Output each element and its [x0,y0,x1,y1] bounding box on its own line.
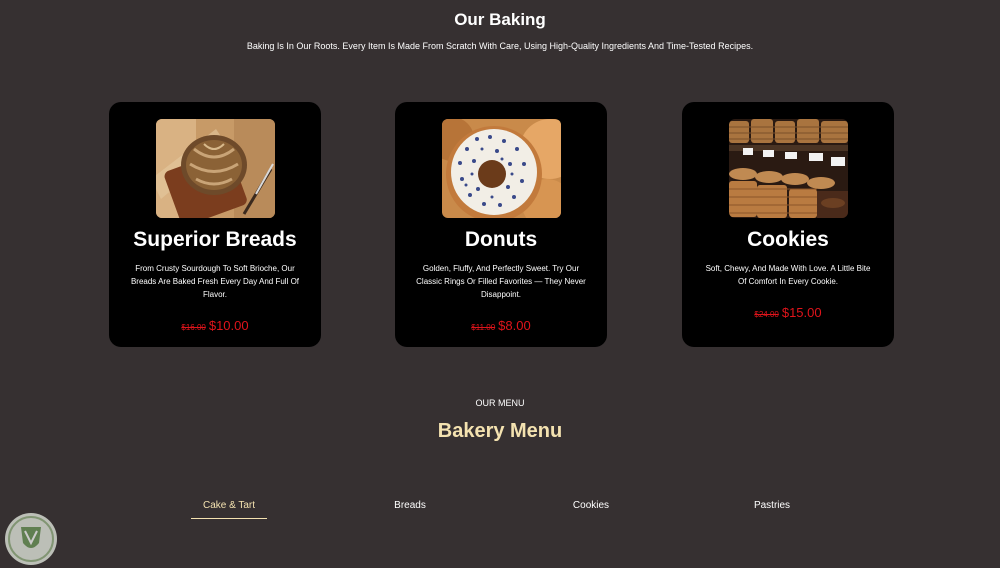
menu-title: Bakery Menu [437,420,563,442]
tab-cake-tart[interactable]: Cake & Tart [191,500,267,519]
tab-cookies[interactable]: Cookies [551,500,631,518]
old-price: $11.00 [471,323,496,332]
donut-image [441,119,561,218]
card-price: $24.00 $15.00 [682,305,894,320]
product-card-breads[interactable]: Superior Breads From Crusty Sourdough To… [109,102,321,347]
current-price: $10.00 [208,318,249,333]
card-description: Soft, Chewy, And Made With Love. A Littl… [705,264,871,286]
product-card-donuts[interactable]: Donuts Golden, Fluffy, And Perfectly Swe… [395,102,607,347]
product-card-cookies[interactable]: Cookies Soft, Chewy, And Made With Love.… [682,102,894,347]
tab-pastries[interactable]: Pastries [732,500,812,518]
old-price: $16.00 [181,323,206,332]
bakery-menu-header: OUR MENU Bakery Menu [0,398,1000,443]
section-subtitle: Baking Is In Our Roots. Every Item Is Ma… [246,41,754,51]
cookies-image [728,119,848,218]
card-description: From Crusty Sourdough To Soft Brioche, O… [130,264,300,299]
current-price: $15.00 [781,305,822,320]
watermark-logo [5,513,57,565]
card-price: $11.00 $8.00 [395,318,607,333]
our-baking-header: Our Baking Baking Is In Our Roots. Every… [0,10,1000,51]
tab-breads[interactable]: Breads [370,500,450,518]
menu-tabs: Cake & Tart Breads Cookies Pastries [0,500,1000,524]
bread-image [155,119,275,218]
card-title: Cookies [747,228,829,251]
section-title: Our Baking [454,10,546,29]
card-title: Superior Breads [133,228,297,251]
card-description: Golden, Fluffy, And Perfectly Sweet. Try… [416,264,586,299]
card-title: Donuts [464,228,538,251]
card-price: $16.00 $10.00 [109,318,321,333]
old-price: $24.00 [754,310,779,319]
current-price: $8.00 [498,318,531,333]
menu-eyebrow: OUR MENU [475,398,525,408]
